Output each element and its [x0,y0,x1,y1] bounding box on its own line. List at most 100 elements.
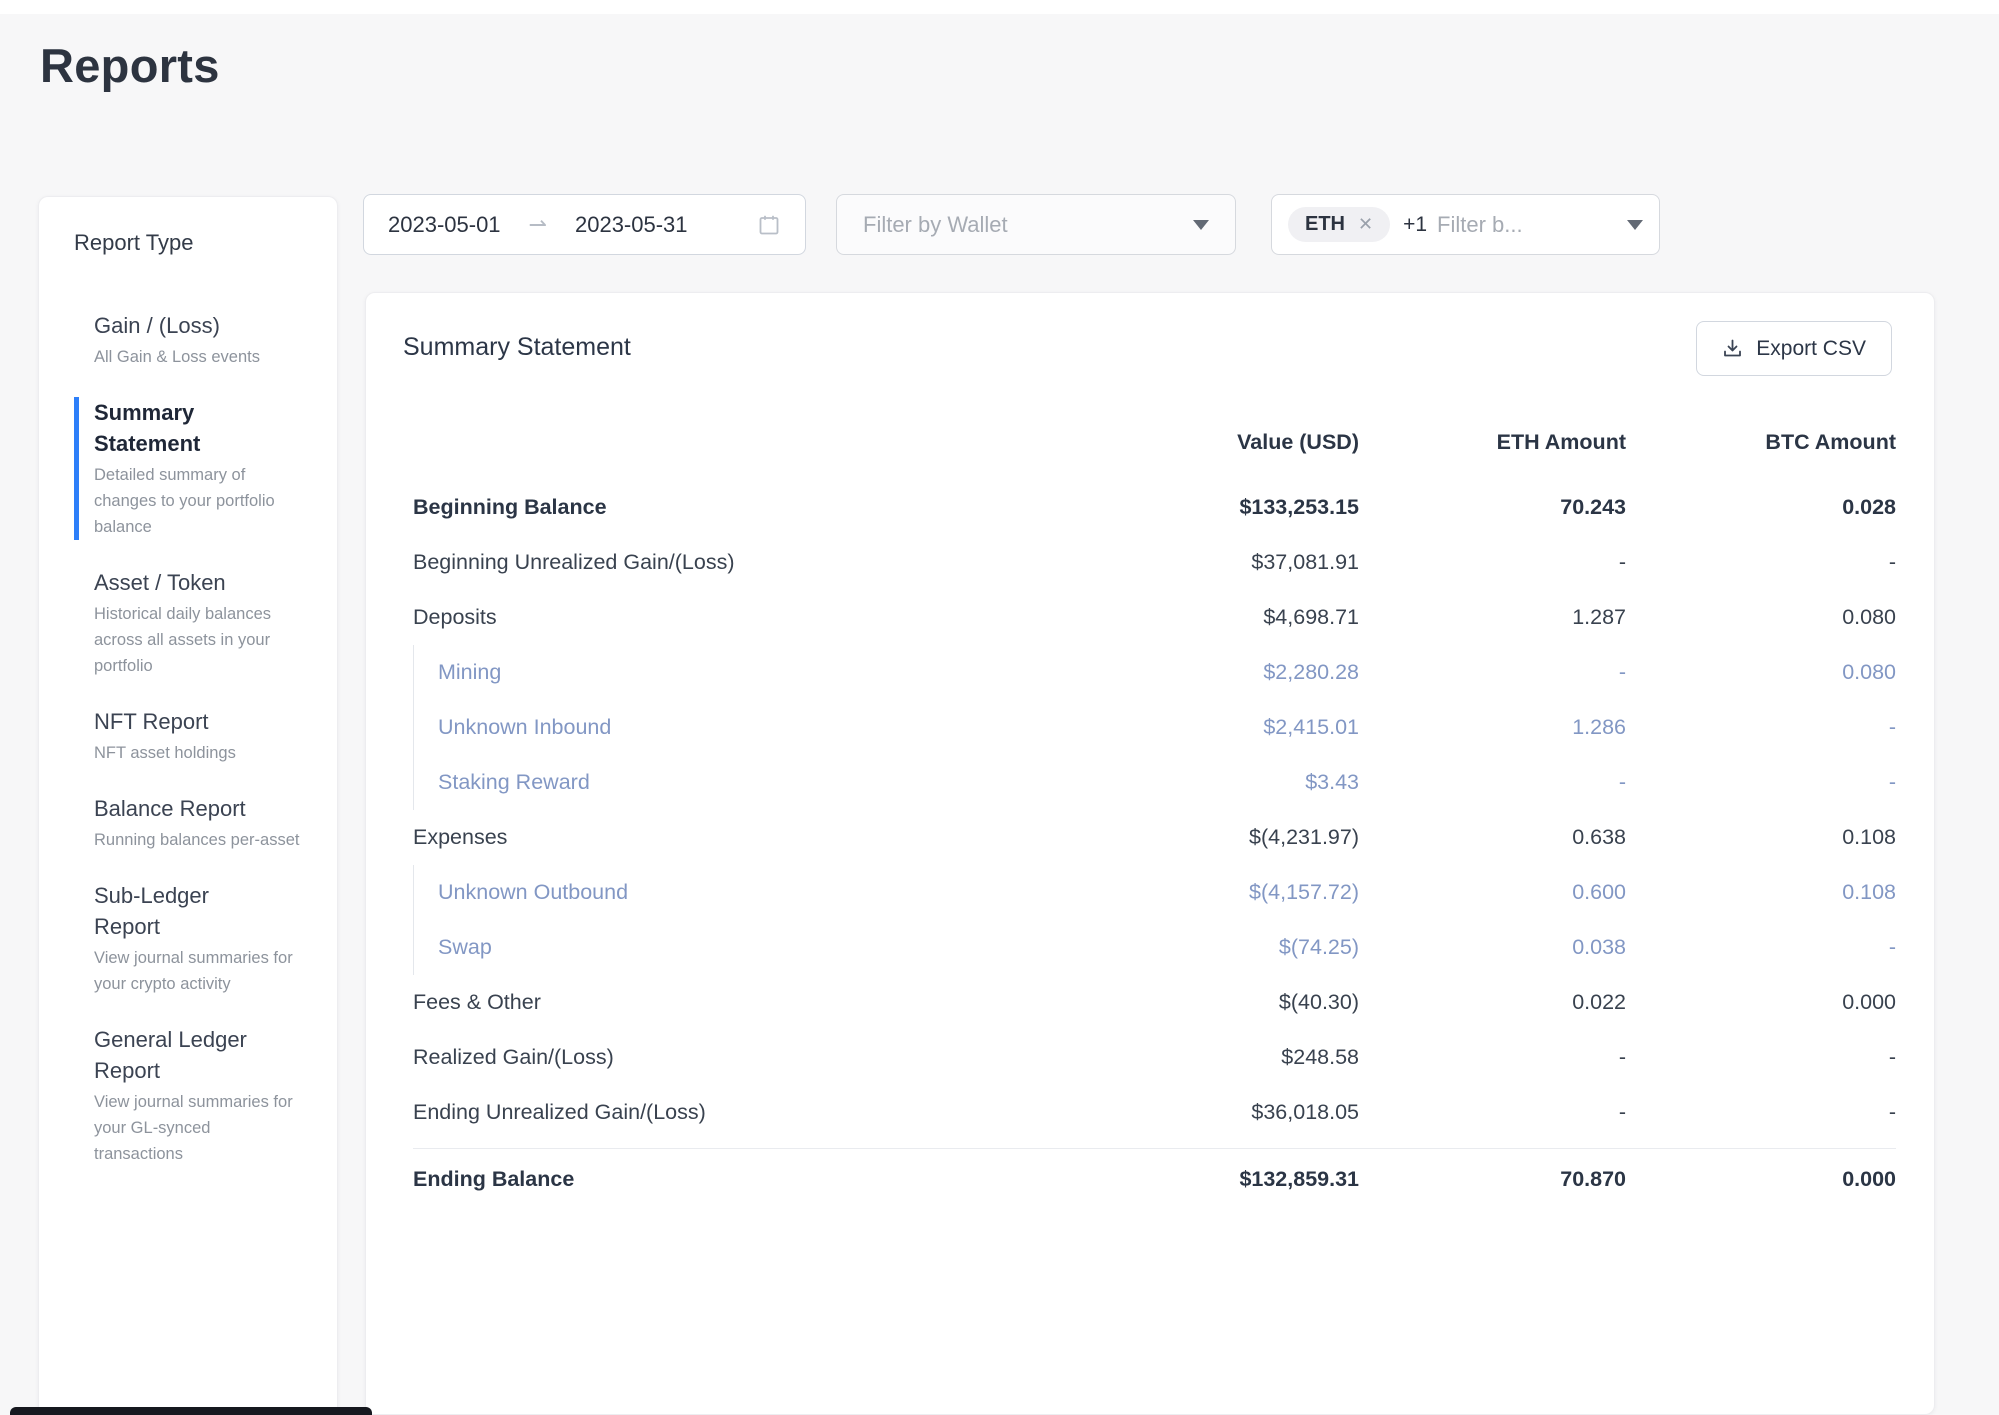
cell-label: Fees & Other [413,990,1059,1015]
cell-eth-amount: 0.638 [1359,825,1626,850]
cell-eth-amount: - [1359,1045,1626,1070]
table-row: Beginning Unrealized Gain/(Loss)$37,081.… [413,535,1896,590]
cell-eth-amount: 0.600 [1359,880,1626,905]
asset-more-count: +1 [1403,213,1427,237]
cell-value-usd: $37,081.91 [1059,550,1359,575]
cell-eth-amount: 1.287 [1359,605,1626,630]
cell-label: Unknown Outbound [414,880,1059,905]
cell-btc-amount: - [1626,1045,1896,1070]
cell-value-usd: $(74.25) [1059,935,1359,960]
sidebar-item-label: Sub-Ledger Report [94,880,274,942]
cell-btc-amount: - [1626,770,1896,795]
top-strip [0,0,1999,14]
sidebar-item-label: Asset / Token [94,567,274,598]
cell-value-usd: $(40.30) [1059,990,1359,1015]
sidebar-item-label: NFT Report [94,706,274,737]
header-btc-amount: BTC Amount [1626,430,1896,455]
sidebar-item-general-ledger-report[interactable]: General Ledger ReportView journal summar… [74,1024,337,1167]
calendar-icon[interactable] [757,213,781,237]
wallet-filter-placeholder: Filter by Wallet [863,212,1008,238]
sidebar-item-description: View journal summaries for your crypto a… [94,945,300,997]
cell-label: Deposits [413,605,1059,630]
sidebar-item-description: All Gain & Loss events [94,344,300,370]
sidebar-item-label: General Ledger Report [94,1024,274,1086]
date-range-picker[interactable]: 2023-05-01 ⇀ 2023-05-31 [363,194,806,255]
cell-eth-amount: 70.243 [1359,495,1626,520]
export-csv-label: Export CSV [1756,337,1866,361]
cell-label: Realized Gain/(Loss) [413,1045,1059,1070]
export-csv-button[interactable]: Export CSV [1696,321,1892,376]
sidebar-heading: Report Type [74,230,337,256]
cell-eth-amount: 0.022 [1359,990,1626,1015]
sidebar-item-description: NFT asset holdings [94,740,300,766]
cell-label: Ending Unrealized Gain/(Loss) [413,1100,1059,1125]
cell-eth-amount: - [1359,550,1626,575]
table-header-row: Value (USD) ETH Amount BTC Amount [413,418,1896,466]
cell-value-usd: $36,018.05 [1059,1100,1359,1125]
sidebar-item-description: Detailed summary of changes to your port… [94,462,300,540]
cell-eth-amount: 0.038 [1359,935,1626,960]
table-row: Beginning Balance$133,253.1570.2430.028 [413,480,1896,535]
header-value-usd: Value (USD) [1059,430,1359,455]
date-start-value[interactable]: 2023-05-01 [388,212,501,238]
summary-table: Value (USD) ETH Amount BTC Amount Beginn… [413,418,1896,1210]
asset-chip-eth[interactable]: ETH ✕ [1288,207,1390,242]
cell-eth-amount: 70.870 [1359,1167,1626,1192]
sidebar-item-label: Gain / (Loss) [94,310,274,341]
sidebar-item-description: Historical daily balances across all ass… [94,601,300,679]
cell-label: Beginning Unrealized Gain/(Loss) [413,550,1059,575]
cell-btc-amount: 0.000 [1626,1167,1896,1192]
cell-value-usd: $248.58 [1059,1045,1359,1070]
cell-btc-amount: - [1626,1100,1896,1125]
page-title: Reports [40,38,220,93]
sidebar-item-gain-loss[interactable]: Gain / (Loss) All Gain & Loss events [74,310,337,370]
table-row: Expenses$(4,231.97)0.6380.108 [413,810,1896,865]
sidebar-item-balance-report[interactable]: Balance ReportRunning balances per-asset [74,793,337,853]
report-type-sidebar: Report Type Gain / (Loss) All Gain & Loss… [38,196,338,1415]
sidebar-item-label: Balance Report [94,793,274,824]
summary-statement-card: Summary Statement Export CSV Value (USD)… [365,292,1935,1415]
download-icon [1722,338,1743,359]
sidebar-item-summary-statement[interactable]: Summary StatementDetailed summary of cha… [74,397,337,540]
table-row: Fees & Other$(40.30)0.0220.000 [413,975,1896,1030]
cell-label: Staking Reward [414,770,1059,795]
cell-btc-amount: 0.028 [1626,495,1896,520]
caret-down-icon [1193,220,1209,230]
cell-label: Unknown Inbound [414,715,1059,740]
table-row: Realized Gain/(Loss)$248.58-- [413,1030,1896,1085]
close-icon[interactable]: ✕ [1358,214,1373,235]
cell-value-usd: $132,859.31 [1059,1167,1359,1192]
bottom-overlay-bar [10,1407,372,1415]
cell-btc-amount: 0.108 [1626,880,1896,905]
date-range-arrow-icon: ⇀ [529,212,547,238]
sidebar-item-nft-report[interactable]: NFT Report NFT asset holdings [74,706,337,766]
cell-label: Swap [414,935,1059,960]
cell-value-usd: $(4,231.97) [1059,825,1359,850]
cell-label: Mining [414,660,1059,685]
cell-btc-amount: - [1626,715,1896,740]
cell-btc-amount: 0.080 [1626,605,1896,630]
cell-value-usd: $2,280.28 [1059,660,1359,685]
table-subrow: Mining$2,280.28-0.080 [414,645,1896,700]
table-row: Ending Balance$132,859.3170.8700.000 [413,1148,1896,1210]
cell-eth-amount: - [1359,1100,1626,1125]
caret-down-icon [1627,220,1643,230]
cell-label: Beginning Balance [413,495,1059,520]
table-subrow-group: Mining$2,280.28-0.080Unknown Inbound$2,4… [413,645,1896,810]
wallet-filter-select[interactable]: Filter by Wallet [836,194,1236,255]
sidebar-item-label: Summary Statement [94,397,274,459]
cell-value-usd: $133,253.15 [1059,495,1359,520]
sidebar-item-asset-token[interactable]: Asset / TokenHistorical daily balances a… [74,567,337,679]
sidebar-items: Gain / (Loss) All Gain & Loss events Summa… [74,310,337,1167]
table-subrow-group: Unknown Outbound$(4,157.72)0.6000.108 Swa… [413,865,1896,975]
table-subrow: Staking Reward$3.43-- [414,755,1896,810]
table-body: Beginning Balance$133,253.1570.2430.028B… [413,480,1896,1210]
date-end-value[interactable]: 2023-05-31 [575,212,688,238]
cell-value-usd: $3.43 [1059,770,1359,795]
table-subrow: Unknown Outbound$(4,157.72)0.6000.108 [414,865,1896,920]
sidebar-item-sub-ledger-report[interactable]: Sub-Ledger ReportView journal summaries … [74,880,337,997]
card-title: Summary Statement [403,333,1892,362]
asset-filter-select[interactable]: ETH ✕ +1 Filter b... [1271,194,1660,255]
cell-value-usd: $(4,157.72) [1059,880,1359,905]
cell-eth-amount: 1.286 [1359,715,1626,740]
